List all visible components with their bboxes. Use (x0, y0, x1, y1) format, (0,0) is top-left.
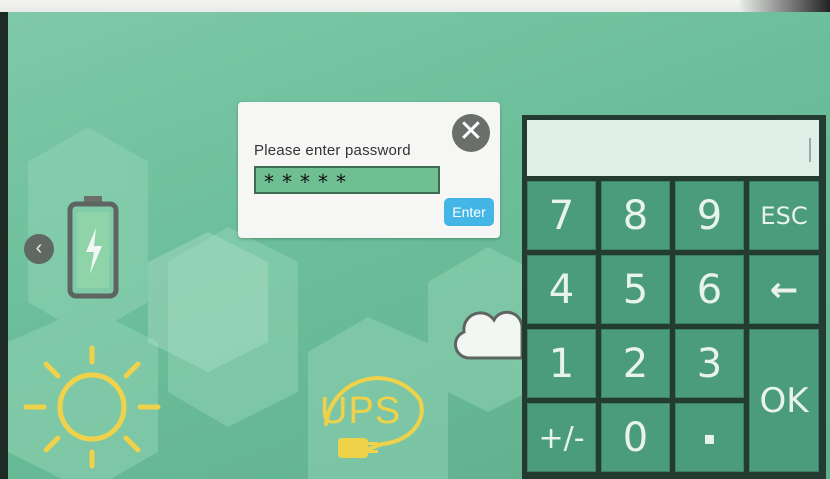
text-cursor (809, 138, 811, 162)
ups-icon[interactable]: UPS (308, 352, 448, 472)
key-esc[interactable]: ESC (749, 181, 819, 250)
key-4[interactable]: 4 (527, 255, 596, 324)
key-7[interactable]: 7 (527, 181, 596, 250)
key-6[interactable]: 6 (675, 255, 744, 324)
key-1[interactable]: 1 (527, 329, 596, 398)
key-decimal[interactable]: ▪ (675, 403, 744, 472)
close-icon[interactable]: ✕ (452, 114, 490, 152)
keypad-display[interactable] (527, 120, 819, 176)
key-0[interactable]: 0 (601, 403, 670, 472)
key-backspace[interactable]: ← (749, 255, 819, 324)
numeric-keypad: 7 8 9 ESC 4 5 6 ← 1 2 3 OK +/- 0 ▪ (522, 115, 826, 479)
solar-icon[interactable] (22, 342, 162, 472)
key-8[interactable]: 8 (601, 181, 670, 250)
key-3[interactable]: 3 (675, 329, 744, 398)
password-field[interactable]: ***** (254, 166, 440, 194)
key-9[interactable]: 9 (675, 181, 744, 250)
key-sign[interactable]: +/- (527, 403, 596, 472)
screen-bezel (0, 0, 830, 12)
battery-icon[interactable] (66, 194, 120, 300)
password-prompt: Please enter password (254, 142, 411, 159)
hmi-screen: ‹ UPS ✕ Please enter password ***** Ente… (8, 12, 830, 479)
key-5[interactable]: 5 (601, 255, 670, 324)
key-ok[interactable]: OK (749, 329, 819, 472)
enter-button[interactable]: Enter (444, 198, 494, 226)
password-dialog: ✕ Please enter password ***** Enter (238, 102, 500, 238)
key-2[interactable]: 2 (601, 329, 670, 398)
ups-label: UPS (320, 390, 402, 432)
cloud-icon[interactable] (448, 286, 528, 366)
device-frame: ‹ UPS ✕ Please enter password ***** Ente… (0, 0, 830, 479)
back-button[interactable]: ‹ (24, 234, 54, 264)
